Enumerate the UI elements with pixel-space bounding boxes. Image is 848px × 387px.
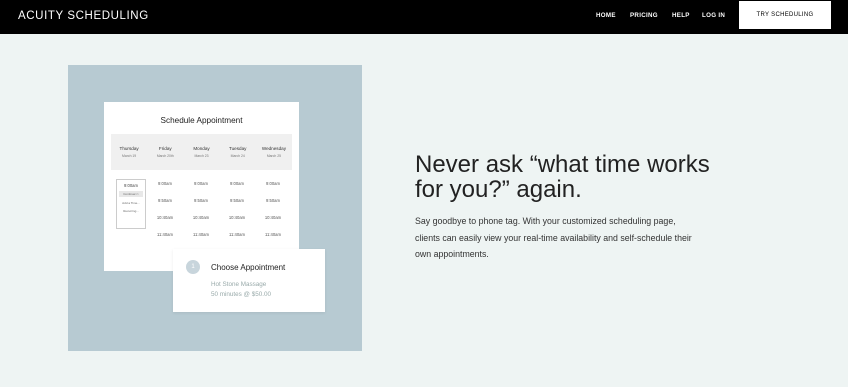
top-navigation-bar: ACUITY SCHEDULING HOME PRICING HELP LOG … bbox=[0, 0, 848, 34]
selected-time: 9:00am bbox=[124, 183, 138, 188]
time-slot: 11:40am bbox=[265, 232, 281, 237]
nav-login-link[interactable]: LOG IN bbox=[702, 12, 725, 19]
time-slot-column: 9:00am 9:50am 10:40am 11:40am bbox=[219, 181, 255, 250]
schedule-card-title: Schedule Appointment bbox=[160, 116, 243, 125]
nav-help-link[interactable]: HELP bbox=[672, 12, 690, 19]
picker-option: Recurring... bbox=[123, 209, 139, 213]
hero-illustration: Schedule Appointment Thursday March 19 Fr… bbox=[68, 65, 362, 351]
time-slot: 11:40am bbox=[193, 232, 209, 237]
appointment-details: Hot Stone Massage 50 minutes @ $50.00 bbox=[211, 280, 271, 300]
site-logo[interactable]: ACUITY SCHEDULING bbox=[18, 10, 149, 22]
choose-appointment-card: 1 Choose Appointment Hot Stone Massage 5… bbox=[173, 249, 325, 312]
service-name: Hot Stone Massage bbox=[211, 281, 267, 288]
time-slot-column: 9:00am 9:50am 10:40am 11:40am bbox=[255, 181, 291, 250]
time-slot: 9:00am bbox=[194, 181, 208, 186]
picker-option: Continue>> bbox=[119, 191, 143, 197]
time-slot: 9:00am bbox=[158, 181, 172, 186]
time-slot: 11:40am bbox=[157, 232, 173, 237]
time-slot: 9:50am bbox=[158, 198, 172, 203]
time-slot: 10:40am bbox=[264, 215, 282, 220]
day-column-header: Thursday March 19 bbox=[119, 146, 139, 158]
time-slot: 10:40am bbox=[192, 215, 210, 220]
picker-option: Add a Time... bbox=[122, 201, 140, 205]
time-slot: 10:40am bbox=[156, 215, 174, 220]
time-slot-column: 9:00am 9:50am 10:40am 11:40am bbox=[147, 181, 183, 250]
day-header-row: Thursday March 19 Friday March 20th Monday… bbox=[111, 134, 292, 170]
time-slot: 9:50am bbox=[194, 198, 208, 203]
day-column-header: Monday March 23 bbox=[193, 146, 210, 158]
choose-appointment-title: Choose Appointment bbox=[211, 263, 286, 272]
time-picker-popup: 9:00am Continue>> Add a Time... Recurrin… bbox=[116, 179, 146, 229]
nav-home-link[interactable]: HOME bbox=[596, 12, 616, 19]
nav-pricing-link[interactable]: PRICING bbox=[630, 12, 658, 19]
time-slot: 9:50am bbox=[266, 198, 280, 203]
step-number-badge: 1 bbox=[186, 260, 200, 274]
time-slot-column: 9:00am 9:50am 10:40am 11:40am bbox=[183, 181, 219, 250]
time-slot: 9:00am bbox=[230, 181, 244, 186]
day-column-header: Friday March 20th bbox=[156, 146, 174, 158]
time-slot: 9:00am bbox=[266, 181, 280, 186]
time-slot: 10:40am bbox=[228, 215, 246, 220]
day-column-header: Wednesday March 25 bbox=[261, 146, 286, 158]
day-column-header: Tuesday March 24 bbox=[228, 146, 247, 158]
hero-headline: Never ask “what time works for you?” aga… bbox=[415, 151, 710, 203]
try-scheduling-button[interactable]: TRY SCHEDULING bbox=[739, 1, 831, 29]
hero-description: Say goodbye to phone tag. With your cust… bbox=[415, 216, 692, 259]
time-slot: 11:40am bbox=[229, 232, 245, 237]
schedule-card: Schedule Appointment Thursday March 19 Fr… bbox=[104, 102, 299, 271]
time-slot: 9:50am bbox=[230, 198, 244, 203]
service-duration-price: 50 minutes @ $50.00 bbox=[211, 291, 271, 298]
